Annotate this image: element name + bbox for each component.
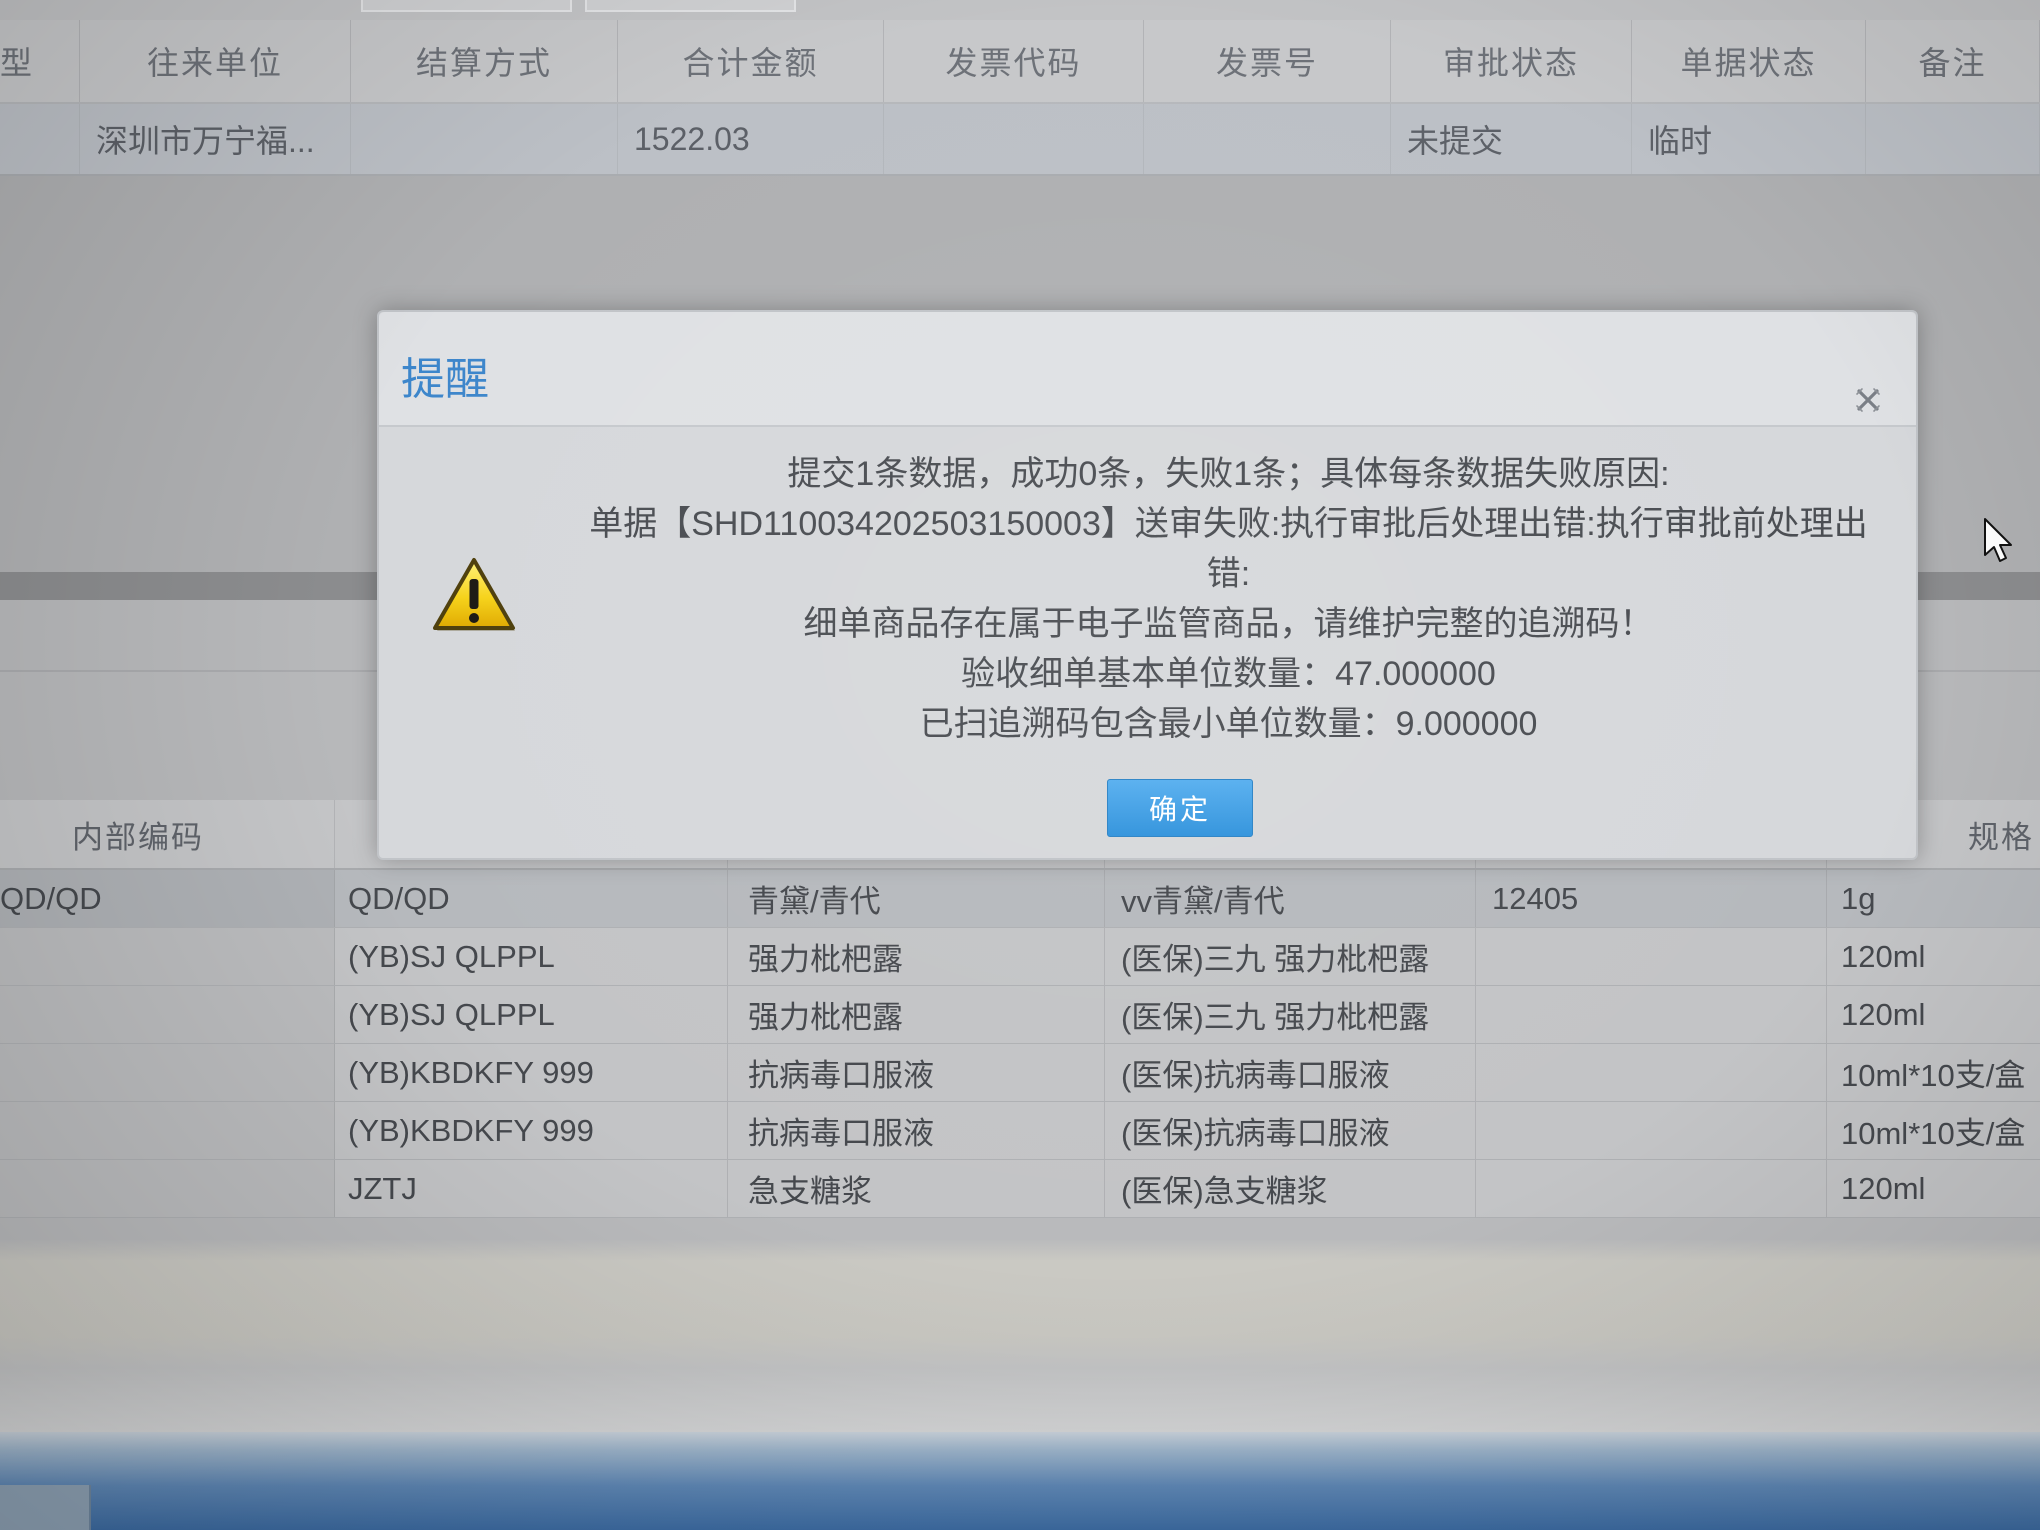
cell-document-status[interactable]: 临时 (1632, 104, 1866, 174)
cell-internal-code[interactable] (0, 1160, 335, 1217)
cell-code[interactable]: (YB)SJ QLPPL (335, 928, 728, 985)
table-row[interactable]: (YB)KBDKFY 999 抗病毒口服液 (医保)抗病毒口服液 10ml*10… (0, 1102, 2040, 1160)
cell-name[interactable]: 强力枇杷露 (728, 986, 1105, 1043)
cell-spec[interactable]: 1g (1827, 870, 2040, 927)
cell-spec[interactable]: 120ml (1827, 1160, 2040, 1217)
column-header-invoice-number[interactable]: 发票号 (1144, 20, 1391, 102)
cell-code[interactable]: JZTJ (335, 1160, 728, 1217)
column-header-internal-code[interactable]: 内部编码 (0, 800, 335, 868)
cell-name[interactable]: 青黛/青代 (728, 870, 1105, 927)
cell-settlement[interactable] (351, 104, 618, 174)
close-icon[interactable] (1854, 386, 1882, 414)
ok-button[interactable]: 确定 (1107, 779, 1253, 837)
detail-grid-body: QD/QD QD/QD 青黛/青代 vv青黛/青代 12405 1g (YB)S… (0, 870, 2040, 1218)
dialog-titlebar[interactable]: 提醒 (379, 312, 1916, 427)
cell-partner[interactable]: 深圳市万宁福... (80, 104, 351, 174)
cell-number[interactable] (1476, 1102, 1827, 1159)
table-row[interactable]: JZTJ 急支糖浆 (医保)急支糖浆 120ml (0, 1160, 2040, 1218)
cell-approval-status[interactable]: 未提交 (1391, 104, 1632, 174)
cell-number[interactable] (1476, 1044, 1827, 1101)
grid-footer-area (0, 1218, 2040, 1432)
cell-full-name[interactable]: (医保)抗病毒口服液 (1105, 1102, 1476, 1159)
alert-dialog: 提醒 提交1条数据，成功0条，失败1条；具体每条数据失败原因: 单据【SHD11… (377, 310, 1918, 860)
cell-type[interactable] (0, 104, 80, 174)
cell-code[interactable]: (YB)KBDKFY 999 (335, 1102, 728, 1159)
cell-internal-code[interactable] (0, 1102, 335, 1159)
cell-total-amount[interactable]: 1522.03 (618, 104, 884, 174)
cell-full-name[interactable]: (医保)急支糖浆 (1105, 1160, 1476, 1217)
cell-name[interactable]: 抗病毒口服液 (728, 1102, 1105, 1159)
cell-invoice-code[interactable] (884, 104, 1144, 174)
toolbar-strip (0, 0, 2040, 20)
column-header-invoice-code[interactable]: 发票代码 (884, 20, 1144, 102)
document-grid-header: 型 往来单位 结算方式 合计金额 发票代码 发票号 审批状态 单据状态 备注 (0, 20, 2040, 104)
message-line: 验收细单基本单位数量：47.000000 (961, 655, 1496, 693)
table-row[interactable]: QD/QD QD/QD 青黛/青代 vv青黛/青代 12405 1g (0, 870, 2040, 928)
column-header-document-status[interactable]: 单据状态 (1632, 20, 1866, 102)
filter-input[interactable] (361, 0, 572, 12)
table-row[interactable]: (YB)SJ QLPPL 强力枇杷露 (医保)三九 强力枇杷露 120ml (0, 928, 2040, 986)
warning-icon (431, 555, 517, 635)
cell-full-name[interactable]: (医保)三九 强力枇杷露 (1105, 986, 1476, 1043)
table-row[interactable]: (YB)SJ QLPPL 强力枇杷露 (医保)三九 强力枇杷露 120ml (0, 986, 2040, 1044)
table-row[interactable]: 深圳市万宁福... 1522.03 未提交 临时 (0, 104, 2040, 176)
cell-internal-code[interactable] (0, 986, 335, 1043)
column-header-settlement[interactable]: 结算方式 (351, 20, 618, 102)
message-line: 细单商品存在属于电子监管商品，请维护完整的追溯码！ (803, 605, 1654, 643)
cell-number[interactable] (1476, 1160, 1827, 1217)
cell-internal-code[interactable]: QD/QD (0, 870, 335, 927)
cell-full-name[interactable]: vv青黛/青代 (1105, 870, 1476, 927)
cell-invoice-number[interactable] (1144, 104, 1391, 174)
column-header-total-amount[interactable]: 合计金额 (618, 20, 884, 102)
dialog-message: 提交1条数据，成功0条，失败1条；具体每条数据失败原因: 单据【SHD11003… (541, 449, 1916, 749)
cell-internal-code[interactable] (0, 928, 335, 985)
column-header-type[interactable]: 型 (0, 20, 80, 102)
filter-input[interactable] (585, 0, 796, 12)
taskbar (0, 1432, 2040, 1530)
cell-full-name[interactable]: (医保)三九 强力枇杷露 (1105, 928, 1476, 985)
column-header-partner[interactable]: 往来单位 (80, 20, 351, 102)
dialog-title: 提醒 (401, 355, 489, 404)
cell-code[interactable]: QD/QD (335, 870, 728, 927)
message-line: 已扫追溯码包含最小单位数量：9.000000 (919, 705, 1538, 743)
cell-spec[interactable]: 10ml*10支/盒 (1827, 1102, 2040, 1159)
cell-spec[interactable]: 10ml*10支/盒 (1827, 1044, 2040, 1101)
cell-spec[interactable]: 120ml (1827, 986, 2040, 1043)
cell-code[interactable]: (YB)SJ QLPPL (335, 986, 728, 1043)
column-header-remarks[interactable]: 备注 (1866, 20, 2040, 102)
cell-number[interactable]: 12405 (1476, 870, 1827, 927)
column-header-approval-status[interactable]: 审批状态 (1391, 20, 1632, 102)
cell-remarks[interactable] (1866, 104, 2040, 174)
cell-name[interactable]: 抗病毒口服液 (728, 1044, 1105, 1101)
cell-internal-code[interactable] (0, 1044, 335, 1101)
screen: 型 往来单位 结算方式 合计金额 发票代码 发票号 审批状态 单据状态 备注 深… (0, 0, 2040, 1530)
message-line: 错: (1206, 555, 1251, 593)
message-line: 提交1条数据，成功0条，失败1条；具体每条数据失败原因: (787, 455, 1670, 493)
message-line: 单据【SHD110034202503150003】送审失败:执行审批后处理出错:… (589, 505, 1868, 543)
cell-code[interactable]: (YB)KBDKFY 999 (335, 1044, 728, 1101)
cell-full-name[interactable]: (医保)抗病毒口服液 (1105, 1044, 1476, 1101)
mouse-cursor-icon (1983, 517, 2013, 563)
cell-name[interactable]: 强力枇杷露 (728, 928, 1105, 985)
cell-number[interactable] (1476, 986, 1827, 1043)
cell-number[interactable] (1476, 928, 1827, 985)
cell-spec[interactable]: 120ml (1827, 928, 2040, 985)
cell-name[interactable]: 急支糖浆 (728, 1160, 1105, 1217)
taskbar-start-button[interactable] (0, 1485, 91, 1530)
table-row[interactable]: (YB)KBDKFY 999 抗病毒口服液 (医保)抗病毒口服液 10ml*10… (0, 1044, 2040, 1102)
